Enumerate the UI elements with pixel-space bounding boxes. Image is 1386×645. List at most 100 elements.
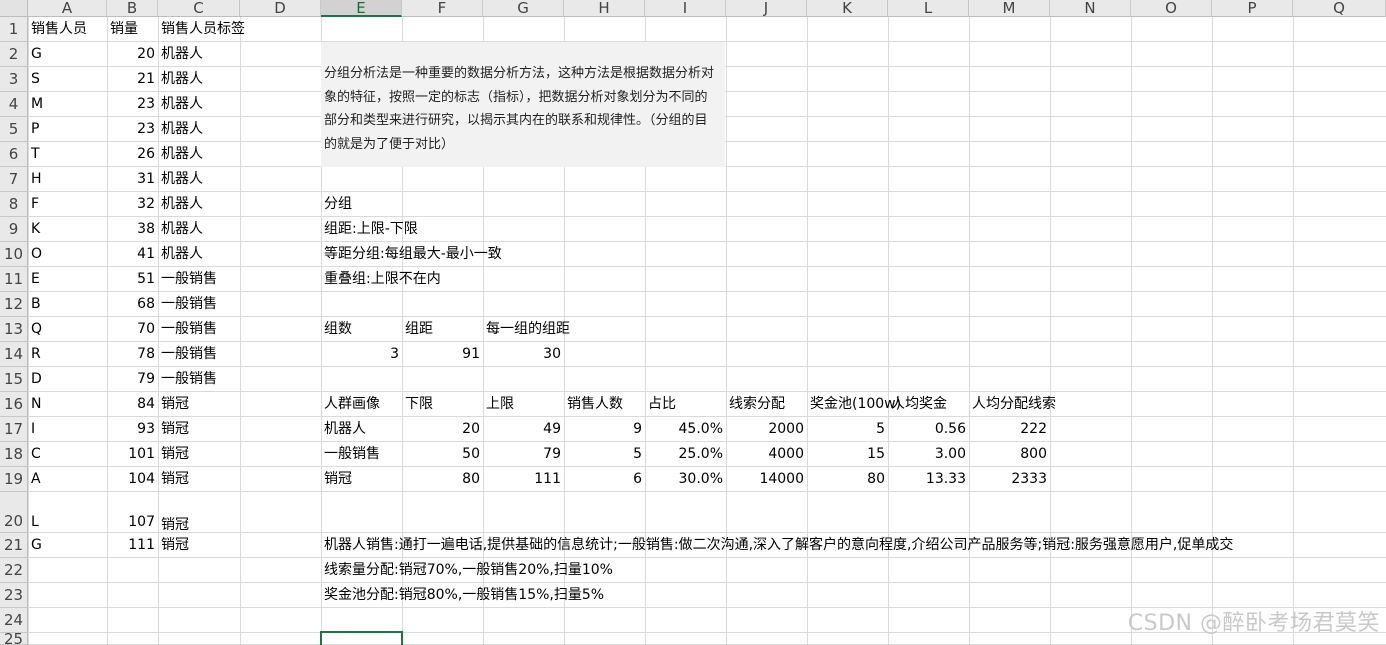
sales-tag-cell[interactable]: 一般销售 [158, 267, 240, 292]
sales-volume-cell[interactable]: 23 [107, 92, 158, 117]
sales-name-cell[interactable]: C [28, 442, 107, 467]
sales-header-cell[interactable]: 销售人员 [28, 17, 107, 42]
row-header-16[interactable]: 16 [0, 392, 28, 417]
sales-tag-cell[interactable]: 一般销售 [158, 292, 240, 317]
sales-volume-cell[interactable]: 78 [107, 342, 158, 367]
column-header-m[interactable]: M [969, 0, 1050, 17]
sales-tag-cell[interactable]: 机器人 [158, 167, 240, 192]
row-header-13[interactable]: 13 [0, 317, 28, 342]
sales-tag-cell[interactable]: 机器人 [158, 67, 240, 92]
row-header-25[interactable]: 25 [0, 632, 28, 645]
sales-name-cell[interactable]: Q [28, 317, 107, 342]
sales-volume-cell[interactable]: 21 [107, 67, 158, 92]
sales-tag-cell[interactable]: 销冠 [158, 492, 240, 533]
group-param-label-cell[interactable]: 组距 [402, 317, 483, 342]
persona-data-cell[interactable]: 销冠 [321, 467, 402, 492]
row-header-19[interactable]: 19 [0, 467, 28, 492]
sales-volume-cell[interactable]: 23 [107, 117, 158, 142]
persona-data-cell[interactable]: 5 [564, 442, 645, 467]
description-cell[interactable]: 机器人销售:通打一遍电话,提供基础的信息统计;一般销售:做二次沟通,深入了解客户… [321, 533, 1233, 558]
column-header-i[interactable]: I [645, 0, 726, 17]
persona-data-cell[interactable]: 80 [807, 467, 888, 492]
persona-data-cell[interactable]: 14000 [726, 467, 807, 492]
sales-tag-cell[interactable]: 机器人 [158, 242, 240, 267]
group-param-value-cell[interactable]: 91 [402, 342, 483, 367]
persona-data-cell[interactable]: 800 [969, 442, 1050, 467]
row-header-2[interactable]: 2 [0, 42, 28, 67]
text-box-note[interactable]: 分组分析法是一种重要的数据分析方法，这种方法是根据数据分析对象的特征，按照一定的… [321, 42, 725, 167]
persona-data-cell[interactable]: 4000 [726, 442, 807, 467]
sales-name-cell[interactable]: T [28, 142, 107, 167]
persona-data-cell[interactable]: 2000 [726, 417, 807, 442]
sales-tag-cell[interactable]: 销冠 [158, 417, 240, 442]
row-header-15[interactable]: 15 [0, 367, 28, 392]
sales-volume-cell[interactable]: 38 [107, 217, 158, 242]
persona-data-cell[interactable]: 222 [969, 417, 1050, 442]
persona-data-cell[interactable]: 3.00 [888, 442, 969, 467]
sales-tag-cell[interactable]: 一般销售 [158, 367, 240, 392]
sales-name-cell[interactable]: E [28, 267, 107, 292]
row-header-11[interactable]: 11 [0, 267, 28, 292]
row-header-10[interactable]: 10 [0, 242, 28, 267]
sales-volume-cell[interactable]: 26 [107, 142, 158, 167]
persona-header-cell[interactable]: 人均奖金 [888, 392, 969, 417]
sales-name-cell[interactable]: I [28, 417, 107, 442]
column-header-g[interactable]: G [483, 0, 564, 17]
persona-header-cell[interactable]: 销售人数 [564, 392, 645, 417]
sales-name-cell[interactable]: B [28, 292, 107, 317]
sales-volume-cell[interactable]: 79 [107, 367, 158, 392]
sales-volume-cell[interactable]: 32 [107, 192, 158, 217]
sales-name-cell[interactable]: M [28, 92, 107, 117]
column-header-n[interactable]: N [1050, 0, 1131, 17]
row-header-3[interactable]: 3 [0, 67, 28, 92]
row-header-18[interactable]: 18 [0, 442, 28, 467]
persona-header-cell[interactable]: 奖金池(100w) [807, 392, 901, 417]
persona-data-cell[interactable]: 30.0% [645, 467, 726, 492]
row-header-7[interactable]: 7 [0, 167, 28, 192]
row-header-22[interactable]: 22 [0, 558, 28, 583]
row-header-14[interactable]: 14 [0, 342, 28, 367]
sales-name-cell[interactable]: P [28, 117, 107, 142]
column-header-a[interactable]: A [28, 0, 107, 17]
persona-data-cell[interactable]: 79 [483, 442, 564, 467]
persona-data-cell[interactable]: 2333 [969, 467, 1050, 492]
sales-name-cell[interactable]: G [28, 42, 107, 67]
sales-tag-cell[interactable]: 销冠 [158, 392, 240, 417]
persona-data-cell[interactable]: 0.56 [888, 417, 969, 442]
row-header-17[interactable]: 17 [0, 417, 28, 442]
sales-tag-cell[interactable]: 机器人 [158, 92, 240, 117]
row-header-9[interactable]: 9 [0, 217, 28, 242]
row-header-1[interactable]: 1 [0, 17, 28, 42]
persona-data-cell[interactable]: 机器人 [321, 417, 402, 442]
group-param-value-cell[interactable]: 30 [483, 342, 564, 367]
select-all-corner[interactable] [0, 0, 28, 17]
column-header-l[interactable]: L [888, 0, 969, 17]
sales-tag-cell[interactable]: 机器人 [158, 217, 240, 242]
group-param-label-cell[interactable]: 每一组的组距 [483, 317, 570, 342]
column-header-q[interactable]: Q [1293, 0, 1386, 17]
sales-tag-cell[interactable]: 销冠 [158, 467, 240, 492]
sales-volume-cell[interactable]: 84 [107, 392, 158, 417]
persona-data-cell[interactable]: 一般销售 [321, 442, 402, 467]
group-param-label-cell[interactable]: 组数 [321, 317, 402, 342]
sales-volume-cell[interactable]: 111 [107, 533, 158, 558]
sales-name-cell[interactable]: G [28, 533, 107, 558]
column-header-c[interactable]: C [158, 0, 240, 17]
sales-volume-cell[interactable]: 107 [107, 492, 158, 533]
sales-name-cell[interactable]: N [28, 392, 107, 417]
row-header-8[interactable]: 8 [0, 192, 28, 217]
sales-tag-cell[interactable]: 一般销售 [158, 317, 240, 342]
persona-data-cell[interactable]: 111 [483, 467, 564, 492]
sales-name-cell[interactable]: O [28, 242, 107, 267]
sales-volume-cell[interactable]: 93 [107, 417, 158, 442]
persona-header-cell[interactable]: 人均分配线索 [969, 392, 1056, 417]
row-header-20[interactable]: 20 [0, 492, 28, 533]
row-header-5[interactable]: 5 [0, 117, 28, 142]
column-header-j[interactable]: J [726, 0, 807, 17]
sales-tag-cell[interactable]: 销冠 [158, 533, 240, 558]
sales-tag-cell[interactable]: 机器人 [158, 142, 240, 167]
sales-volume-cell[interactable]: 68 [107, 292, 158, 317]
sales-name-cell[interactable]: S [28, 67, 107, 92]
persona-header-cell[interactable]: 上限 [483, 392, 564, 417]
sales-name-cell[interactable]: L [28, 492, 107, 533]
